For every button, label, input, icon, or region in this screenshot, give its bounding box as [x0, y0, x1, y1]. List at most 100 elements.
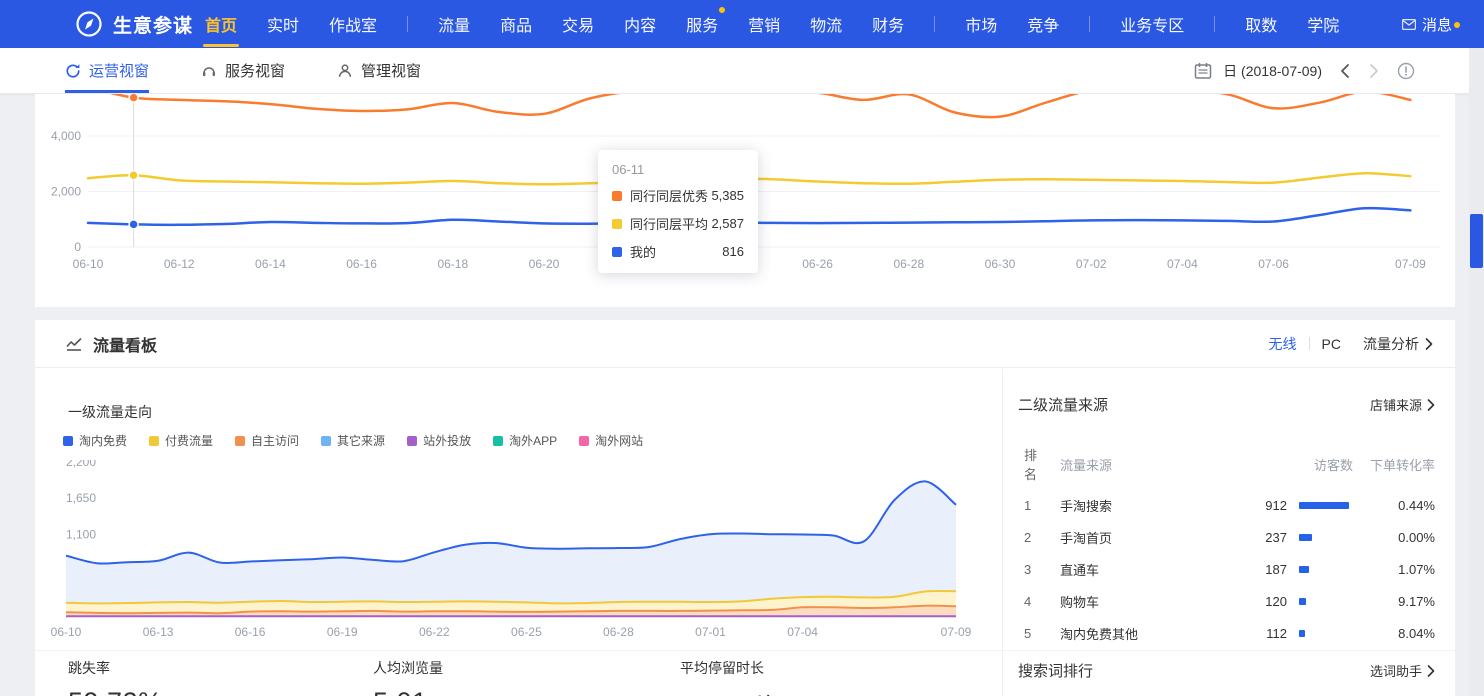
col-conversion: 下单转化率 — [1353, 455, 1435, 474]
legend-item[interactable]: 淘内免费 — [63, 432, 127, 449]
legend-swatch — [579, 436, 589, 446]
nav-item-service[interactable]: 服务 — [686, 12, 718, 36]
legend-item[interactable]: 站外投放 — [407, 432, 471, 449]
nav-item-data-extract[interactable]: 取数 — [1245, 12, 1277, 36]
top-navbar: 生意参谋 首页 实时 作战室 流量 商品 交易 内容 服务 营销 物流 财务 市场 竞争 业务专区 取数 学院… — [0, 0, 1484, 48]
nav-item-realtime[interactable]: 实时 — [267, 12, 299, 36]
nav-item-traffic[interactable]: 流量 — [438, 12, 470, 36]
stat-avg-stay-duration: 平均停留时长17.49秒 — [680, 658, 778, 696]
prev-day-button[interactable] — [1339, 63, 1351, 79]
tab-management-view[interactable]: 管理视窗 — [337, 48, 421, 93]
page-scrollbar[interactable] — [1469, 48, 1484, 696]
legend-item[interactable]: 自主访问 — [235, 432, 299, 449]
x-axis-label: 06-14 — [255, 257, 286, 271]
x-axis-label: 07-04 — [787, 625, 818, 639]
source-visitors: 112 — [1231, 626, 1287, 641]
stat-label: 跳失率 — [68, 658, 163, 678]
legend-label: 站外投放 — [423, 432, 471, 449]
nav-item-competition[interactable]: 竞争 — [1027, 12, 1059, 36]
legend-label: 其它来源 — [337, 432, 385, 449]
legend-item[interactable]: 淘外APP — [493, 432, 557, 449]
y-axis-label: 1,100 — [66, 528, 96, 542]
nav-item-war-room[interactable]: 作战室 — [329, 12, 377, 36]
series-name: 同行同层优秀 — [630, 186, 708, 205]
nav-item-finance[interactable]: 财务 — [872, 12, 904, 36]
messages-label: 消息 — [1422, 14, 1452, 35]
source-row-1[interactable]: 1手淘搜索9120.44% — [1018, 489, 1435, 521]
info-icon[interactable] — [1397, 62, 1415, 80]
source-visitors: 912 — [1231, 498, 1287, 513]
word-helper-link[interactable]: 选词助手 — [1370, 661, 1435, 680]
app-logo-icon — [75, 10, 103, 38]
scrollbar-thumb[interactable] — [1470, 214, 1483, 268]
subsection-title: 一级流量走向 — [68, 402, 152, 422]
series-swatch — [612, 219, 622, 229]
x-axis-label: 07-02 — [1076, 257, 1107, 271]
nav-item-product[interactable]: 商品 — [500, 12, 532, 36]
main-nav: 首页 实时 作战室 流量 商品 交易 内容 服务 营销 物流 财务 市场 竞争 业务专区 取数 学院 — [205, 12, 1339, 36]
nav-item-logistics[interactable]: 物流 — [810, 12, 842, 36]
chevron-right-icon — [1427, 665, 1435, 677]
source-row-3[interactable]: 3直通车1871.07% — [1018, 553, 1435, 585]
date-label[interactable]: 日 (2018-07-09) — [1223, 61, 1322, 81]
legend-item[interactable]: 其它来源 — [321, 432, 385, 449]
source-conversion: 0.00% — [1353, 530, 1435, 545]
source-visitors: 237 — [1231, 530, 1287, 545]
series-name: 同行同层平均 — [630, 214, 708, 233]
tab-service-view[interactable]: 服务视窗 — [201, 48, 285, 93]
traffic-analysis-link[interactable]: 流量分析 — [1363, 334, 1433, 354]
sources-column-headers: 排名流量来源访客数下单转化率 — [1018, 445, 1435, 483]
next-day-button[interactable] — [1368, 63, 1380, 79]
legend-label: 淘外网站 — [595, 432, 643, 449]
visitors-bar — [1299, 534, 1312, 541]
board-header: 流量看板 无线 PC 流量分析 — [35, 320, 1455, 368]
stat-views-per-visitor: 人均浏览量5.01 — [373, 658, 443, 696]
x-axis-label: 06-26 — [802, 257, 833, 271]
x-axis-label: 06-30 — [985, 257, 1016, 271]
nav-item-trade[interactable]: 交易 — [562, 12, 594, 36]
calendar-icon[interactable] — [1194, 62, 1212, 80]
source-row-2[interactable]: 2手淘首页2370.00% — [1018, 521, 1435, 553]
y-axis-label: 2,200 — [66, 460, 96, 469]
shop-sources-link[interactable]: 店铺来源 — [1370, 395, 1435, 414]
source-visitors: 120 — [1231, 594, 1287, 609]
nav-item-business-zone[interactable]: 业务专区 — [1120, 12, 1184, 36]
source-rank: 3 — [1018, 562, 1048, 577]
x-axis-label: 06-28 — [603, 625, 634, 639]
x-axis-label: 06-13 — [143, 625, 174, 639]
view-tabs-bar: 运营视窗 服务视窗 管理视窗 日 (2018-07-09) — [0, 48, 1469, 94]
search-rank-title: 搜索词排行 — [1018, 660, 1093, 681]
source-conversion: 9.17% — [1353, 594, 1435, 609]
nav-item-academy[interactable]: 学院 — [1307, 12, 1339, 36]
toggle-wireless[interactable]: 无线 — [1269, 334, 1297, 354]
person-icon — [337, 63, 353, 79]
stat-value: 17.49秒 — [680, 687, 778, 696]
legend-item[interactable]: 淘外网站 — [579, 432, 643, 449]
nav-item-marketing[interactable]: 营销 — [748, 12, 780, 36]
series-value: 816 — [722, 244, 744, 259]
tab-operations-view[interactable]: 运营视窗 — [65, 48, 149, 93]
brand[interactable]: 生意参谋 — [75, 10, 193, 38]
nav-item-market[interactable]: 市场 — [965, 12, 997, 36]
messages-button[interactable]: 消息 — [1402, 0, 1452, 48]
x-axis-label: 06-12 — [164, 257, 195, 271]
source-name: 手淘搜索 — [1048, 496, 1231, 515]
nav-item-home[interactable]: 首页 — [205, 12, 237, 36]
source-row-4[interactable]: 4购物车1209.17% — [1018, 585, 1435, 617]
x-axis-label: 07-04 — [1167, 257, 1198, 271]
tooltip-rows: 同行同层优秀5,385同行同层平均2,587我的816 — [612, 186, 744, 261]
legend-item[interactable]: 付费流量 — [149, 432, 213, 449]
source-row-5[interactable]: 5淘内免费其他1128.04% — [1018, 617, 1435, 649]
traffic-trend-chart[interactable]: 05501,1001,6502,20006-1006-1306-1606-190… — [35, 460, 1000, 665]
x-axis-label: 06-10 — [73, 257, 104, 271]
series-swatch — [612, 247, 622, 257]
source-conversion: 1.07% — [1353, 562, 1435, 577]
horizontal-divider — [35, 650, 1455, 651]
nav-item-content[interactable]: 内容 — [624, 12, 656, 36]
area-band — [66, 481, 956, 603]
visitors-bar — [1299, 630, 1305, 637]
stat-value: 59.72% — [68, 687, 163, 696]
legend-swatch — [321, 436, 331, 446]
toggle-pc[interactable]: PC — [1322, 336, 1341, 352]
x-axis-label: 07-06 — [1258, 257, 1289, 271]
